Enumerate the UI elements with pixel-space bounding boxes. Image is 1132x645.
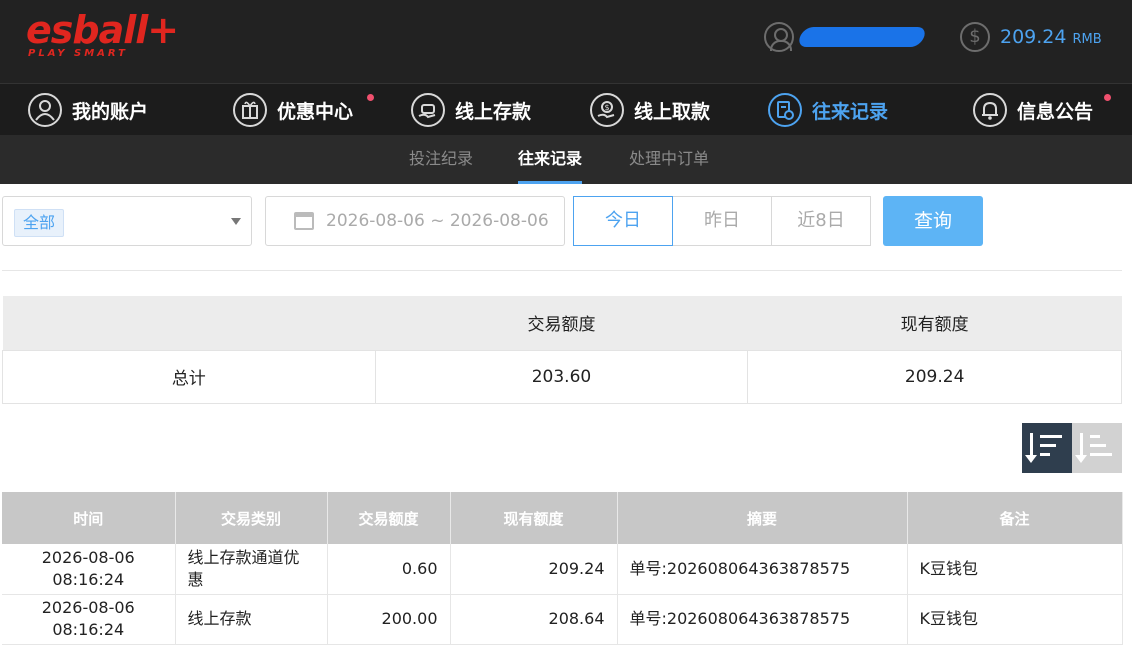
- user-icon: [764, 22, 794, 52]
- notification-dot: [1104, 94, 1111, 101]
- user-circle-icon: [28, 93, 62, 127]
- top-header: esball+ PLAY SMART $ 209.24 RMB: [0, 0, 1132, 83]
- sort-asc-icon: [1075, 433, 1087, 463]
- cell-remark: K豆钱包: [907, 544, 1123, 595]
- summary-header-blank: [2, 296, 376, 350]
- column-header-type[interactable]: 交易类别: [175, 492, 328, 544]
- summary-header-balance: 现有额度: [747, 296, 1122, 350]
- redacted-username: [796, 27, 928, 47]
- sort-desc-icon: [1025, 433, 1037, 463]
- cell-type: 线上存款: [175, 594, 328, 645]
- bell-icon: [973, 93, 1007, 127]
- nav-label: 线上存款: [455, 100, 532, 123]
- nav-label: 往来记录: [812, 100, 889, 123]
- column-header-balance[interactable]: 现有额度: [450, 492, 618, 544]
- nav-withdraw[interactable]: $ 线上取款: [590, 84, 710, 136]
- withdraw-icon: $: [590, 93, 624, 127]
- quick-date-group: 今日 昨日 近8日: [573, 196, 871, 246]
- balance-amount: 209.24: [1000, 26, 1067, 48]
- nav-records[interactable]: 往来记录: [768, 84, 888, 136]
- summary-total-amount: 203.60: [374, 349, 749, 404]
- cell-amount: 0.60: [327, 544, 451, 595]
- active-tab-underline: [518, 181, 583, 184]
- sort-line: [1040, 444, 1056, 447]
- sort-line: [1090, 453, 1112, 456]
- summary-table: 交易额度 现有额度 总计 203.60 209.24: [2, 296, 1122, 404]
- last-8-days-button[interactable]: 近8日: [772, 196, 871, 246]
- transaction-type-select[interactable]: 全部: [2, 196, 252, 246]
- cell-balance: 209.24: [450, 544, 618, 595]
- cell-summary: 单号:202608064363878575: [617, 544, 908, 595]
- cell-time: 2026-08-06 08:16:24: [2, 544, 176, 595]
- logo-text: esball+: [26, 8, 179, 52]
- sort-line: [1040, 435, 1062, 438]
- summary-header-amount: 交易额度: [375, 296, 748, 350]
- sub-nav: 投注纪录 往来记录 处理中订单: [0, 135, 1132, 184]
- summary-total-row: 总计 203.60 209.24: [2, 349, 1122, 404]
- records-table: 时间 交易类别 交易额度 现有额度 摘要 备注 2026-08-06 08:16…: [2, 492, 1123, 645]
- summary-header-row: 交易额度 现有额度: [2, 296, 1122, 350]
- caret-down-icon: [231, 218, 241, 225]
- nav-label: 优惠中心: [277, 100, 354, 123]
- cell-remark: K豆钱包: [907, 594, 1123, 645]
- tab-transaction-records[interactable]: 往来记录: [518, 135, 583, 184]
- summary-current-balance: 209.24: [747, 349, 1122, 404]
- cell-summary: 单号:202608064363878575: [617, 594, 908, 645]
- nav-label: 我的账户: [72, 100, 149, 123]
- divider: [2, 270, 1122, 271]
- sort-descending-button[interactable]: [1022, 423, 1072, 473]
- nav-promotions[interactable]: 优惠中心: [233, 84, 374, 136]
- cell-balance: 208.64: [450, 594, 618, 645]
- nav-my-account[interactable]: 我的账户: [28, 84, 148, 136]
- tab-label: 往来记录: [518, 149, 583, 168]
- dollar-icon: $: [960, 22, 990, 52]
- table-row: 2026-08-06 08:16:24 线上存款 200.00 208.64 单…: [2, 594, 1123, 645]
- nav-announcements[interactable]: 信息公告: [973, 84, 1111, 136]
- table-row: 2026-08-06 08:16:24 线上存款通道优惠 0.60 209.24…: [2, 544, 1123, 595]
- notification-dot: [367, 94, 374, 101]
- tab-pending-orders[interactable]: 处理中订单: [629, 135, 709, 184]
- balance-unit: RMB: [1072, 31, 1102, 47]
- cell-amount: 200.00: [327, 594, 451, 645]
- date-range-value: 2026-08-06 ~ 2026-08-06: [326, 211, 549, 231]
- records-icon: [768, 93, 802, 127]
- summary-total-label: 总计: [2, 349, 376, 404]
- column-header-remark[interactable]: 备注: [907, 492, 1123, 544]
- deposit-icon: [411, 93, 445, 127]
- nav-label: 线上取款: [634, 100, 711, 123]
- gift-icon: [233, 93, 267, 127]
- logo[interactable]: esball+ PLAY SMART: [26, 8, 179, 59]
- main-nav: 我的账户 优惠中心 线上存款 $ 线上取款 往来记录 信息公告: [0, 83, 1132, 135]
- sort-line: [1040, 453, 1050, 456]
- cell-type: 线上存款通道优惠: [175, 544, 328, 595]
- column-header-time[interactable]: 时间: [2, 492, 176, 544]
- nav-deposit[interactable]: 线上存款: [411, 84, 531, 136]
- yesterday-button[interactable]: 昨日: [673, 196, 772, 246]
- records-header-row: 时间 交易类别 交易额度 现有额度 摘要 备注: [2, 492, 1123, 544]
- sort-line: [1090, 444, 1106, 447]
- selected-type-tag: 全部: [14, 209, 65, 237]
- column-header-amount[interactable]: 交易额度: [327, 492, 451, 544]
- date-range-picker[interactable]: 2026-08-06 ~ 2026-08-06: [265, 196, 565, 246]
- calendar-icon: [294, 212, 314, 230]
- svg-text:$: $: [604, 103, 609, 112]
- balance-display: $ 209.24 RMB: [960, 22, 1102, 52]
- today-button[interactable]: 今日: [573, 196, 673, 246]
- sort-ascending-button[interactable]: [1072, 423, 1122, 473]
- nav-label: 信息公告: [1017, 100, 1094, 123]
- tab-bet-records[interactable]: 投注纪录: [409, 135, 473, 184]
- cell-time: 2026-08-06 08:16:24: [2, 594, 176, 645]
- sort-line: [1090, 435, 1100, 438]
- query-button[interactable]: 查询: [883, 196, 983, 246]
- column-header-summary[interactable]: 摘要: [617, 492, 908, 544]
- user-area[interactable]: [764, 22, 928, 52]
